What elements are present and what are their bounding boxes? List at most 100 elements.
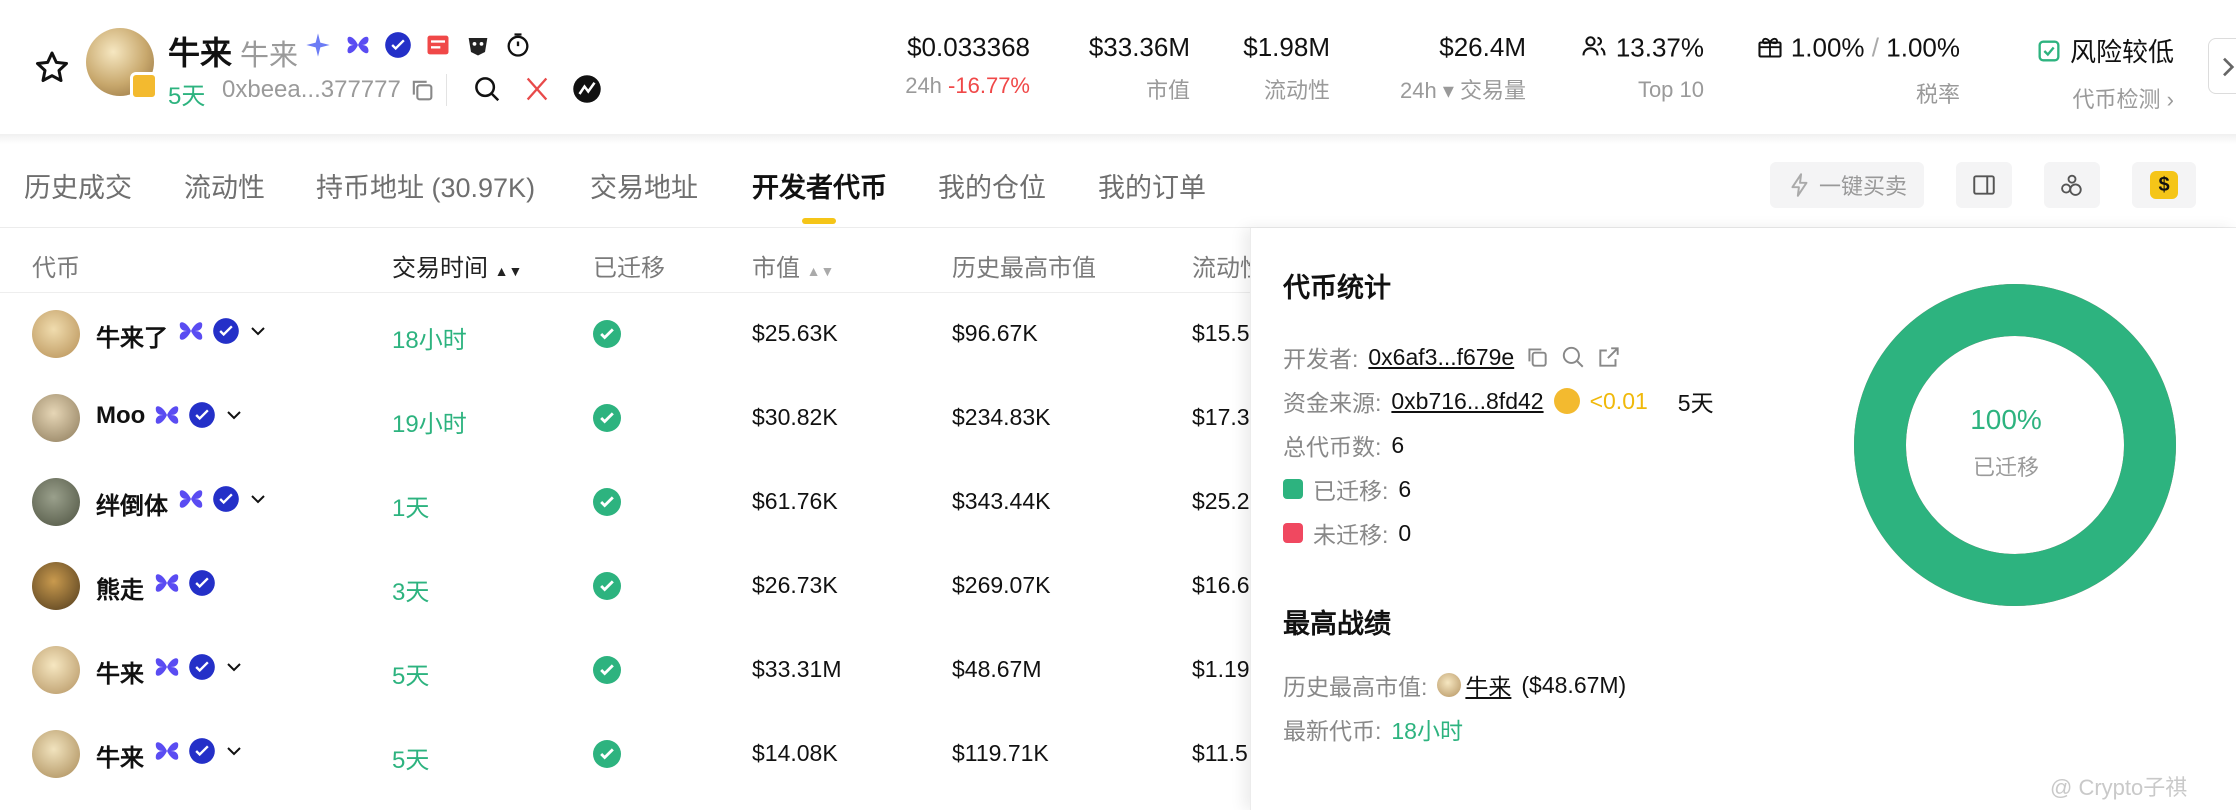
layout-toggle-button[interactable] xyxy=(1956,162,2012,208)
volume-period[interactable]: 24h xyxy=(1400,78,1437,103)
timer-icon[interactable] xyxy=(503,30,533,60)
total-label: 总代币数: xyxy=(1283,434,1382,460)
market-cap: $25.63K xyxy=(752,320,838,346)
mask-icon[interactable] xyxy=(463,30,493,60)
token-name[interactable]: 熊走 xyxy=(96,570,144,605)
external-link-icon[interactable] xyxy=(1596,344,1622,370)
ath-token-avatar xyxy=(1437,673,1462,697)
search-icon[interactable] xyxy=(472,74,502,104)
risk-label[interactable]: 代币检测 xyxy=(2073,87,2161,112)
verified-icon[interactable] xyxy=(383,30,413,60)
copy-icon[interactable] xyxy=(408,76,436,109)
liquidity: $16.6 xyxy=(1192,572,1250,598)
col-time-label[interactable]: 交易时间 xyxy=(392,255,488,282)
bubble-map-button[interactable] xyxy=(2044,162,2100,208)
ath-market-cap: $269.07K xyxy=(952,572,1051,598)
currency-toggle-button[interactable]: $ xyxy=(2132,162,2196,208)
funding-address-link[interactable]: 0xb716...8fd42 xyxy=(1391,388,1543,415)
token-alias: 牛来 xyxy=(240,40,299,72)
trade-time: 5天 xyxy=(392,747,430,774)
funding-row: 资金来源: 0xb716...8fd42 <0.01 5天 xyxy=(1283,384,1714,418)
verified-icon xyxy=(189,402,215,428)
table-row[interactable]: 牛来 5天 $33.31M $48.67M $1.19 xyxy=(0,628,1250,712)
chevron-down-icon[interactable] xyxy=(246,319,270,343)
ath-row: 历史最高市值: 牛来 ($48.67M) xyxy=(1283,668,1626,702)
table-row[interactable]: 牛来 5天 $14.08K $119.71K $11.5 xyxy=(0,712,1250,796)
market-cap-value: $33.36M xyxy=(1088,32,1190,62)
risk-value[interactable]: 风险较低 xyxy=(2070,37,2174,67)
x-twitter-icon[interactable] xyxy=(522,74,552,104)
top10-row: 13.37% xyxy=(1570,32,1704,67)
check-icon xyxy=(593,656,621,684)
tax-sell: 1.00% xyxy=(1886,32,1960,63)
market-cap: $26.73K xyxy=(752,572,838,598)
butterfly-icon[interactable] xyxy=(343,30,373,60)
risk-stat[interactable]: 风险较低 代币检测 › xyxy=(2010,32,2174,114)
risk-row[interactable]: 风险较低 xyxy=(2010,32,2174,72)
gift-icon xyxy=(1756,32,1784,67)
trade-time: 18小时 xyxy=(392,327,467,354)
copy-icon[interactable] xyxy=(1524,344,1550,370)
col-market-cap-label[interactable]: 市值 xyxy=(752,255,800,282)
panel-title: 代币统计 xyxy=(1283,273,1391,303)
token-name[interactable]: Moo xyxy=(96,402,145,430)
chevron-down-icon[interactable] xyxy=(222,403,246,427)
total-tokens-row: 总代币数: 6 xyxy=(1283,428,1404,462)
quick-trade-button[interactable]: 一键买卖 xyxy=(1770,162,1924,208)
table-row[interactable]: 熊走 3天 $26.73K $269.07K $16.6 xyxy=(0,544,1250,628)
developer-address-link[interactable]: 0x6af3...f679e xyxy=(1368,344,1514,371)
ath-token-link[interactable]: 牛来 xyxy=(1465,668,1511,702)
quick-trade-label[interactable]: 一键买卖 xyxy=(1819,169,1907,201)
active-tab-indicator xyxy=(802,218,836,224)
token-address[interactable]: 0xbeea...377777 xyxy=(222,76,401,104)
row-tags xyxy=(152,568,216,598)
chevron-down-icon[interactable] xyxy=(246,487,270,511)
col-time[interactable]: 交易时间 ▲▼ xyxy=(392,248,522,283)
verified-icon xyxy=(189,570,215,596)
tab-trade-history[interactable]: 历史成交 xyxy=(24,166,132,205)
token-name[interactable]: 牛来了 xyxy=(96,318,168,353)
verified-icon xyxy=(213,486,239,512)
risk-label-row[interactable]: 代币检测 › xyxy=(2010,82,2174,114)
ath-market-cap: $96.67K xyxy=(952,320,1038,346)
token-name[interactable]: 牛来 xyxy=(96,654,144,689)
donut-percent: 100% xyxy=(1970,404,2042,435)
flag-icon[interactable] xyxy=(423,30,453,60)
tab-traders[interactable]: 交易地址 xyxy=(590,166,698,205)
check-icon xyxy=(593,404,621,432)
chevron-down-icon[interactable] xyxy=(222,655,246,679)
sort-icon[interactable]: ▲▼ xyxy=(807,263,835,279)
tab-my-positions[interactable]: 我的仓位 xyxy=(938,166,1046,205)
token-avatar xyxy=(32,562,80,610)
chevron-down-icon[interactable] xyxy=(222,739,246,763)
unmigrated-legend-swatch xyxy=(1283,523,1303,543)
volume-label-row[interactable]: 24h ▾ 交易量 xyxy=(1360,73,1526,105)
butterfly-icon xyxy=(179,322,203,340)
collapse-panel-button[interactable] xyxy=(2208,38,2236,94)
tab-my-orders[interactable]: 我的订单 xyxy=(1098,166,1206,205)
table-row[interactable]: 牛来了 18小时 $25.63K $96.67K $15.5 xyxy=(0,292,1250,376)
table-row[interactable]: 绊倒体 1天 $61.76K $343.44K $25.2 xyxy=(0,460,1250,544)
tab-dev-tokens[interactable]: 开发者代币 xyxy=(752,166,887,205)
sparkle-icon[interactable] xyxy=(303,30,333,60)
col-market-cap[interactable]: 市值 ▲▼ xyxy=(752,248,834,283)
token-name[interactable]: 牛来 xyxy=(96,738,144,773)
tab-liquidity[interactable]: 流动性 xyxy=(184,166,265,205)
tab-holders[interactable]: 持币地址 (30.97K) xyxy=(316,166,535,205)
verified-icon xyxy=(189,654,215,680)
holders-icon xyxy=(1579,32,1609,67)
token-header: 牛来 牛来 5天 0xbeea...377777 $0.033368 24h -… xyxy=(0,0,2236,136)
search-icon[interactable] xyxy=(1560,344,1586,370)
chart-app-icon[interactable] xyxy=(572,74,602,104)
bnb-coin-icon xyxy=(1553,388,1580,414)
check-icon xyxy=(593,572,621,600)
sort-icon[interactable]: ▲▼ xyxy=(495,263,523,279)
token-name[interactable]: 绊倒体 xyxy=(96,486,168,521)
lightning-icon xyxy=(1791,173,1808,197)
verified-icon xyxy=(213,318,239,344)
table-row[interactable]: Moo 19小时 $30.82K $234.83K $17.3 xyxy=(0,376,1250,460)
token-avatar xyxy=(86,28,158,100)
favorite-star-icon[interactable] xyxy=(32,48,72,88)
row-tags xyxy=(152,652,246,682)
trade-time: 5天 xyxy=(392,663,430,690)
